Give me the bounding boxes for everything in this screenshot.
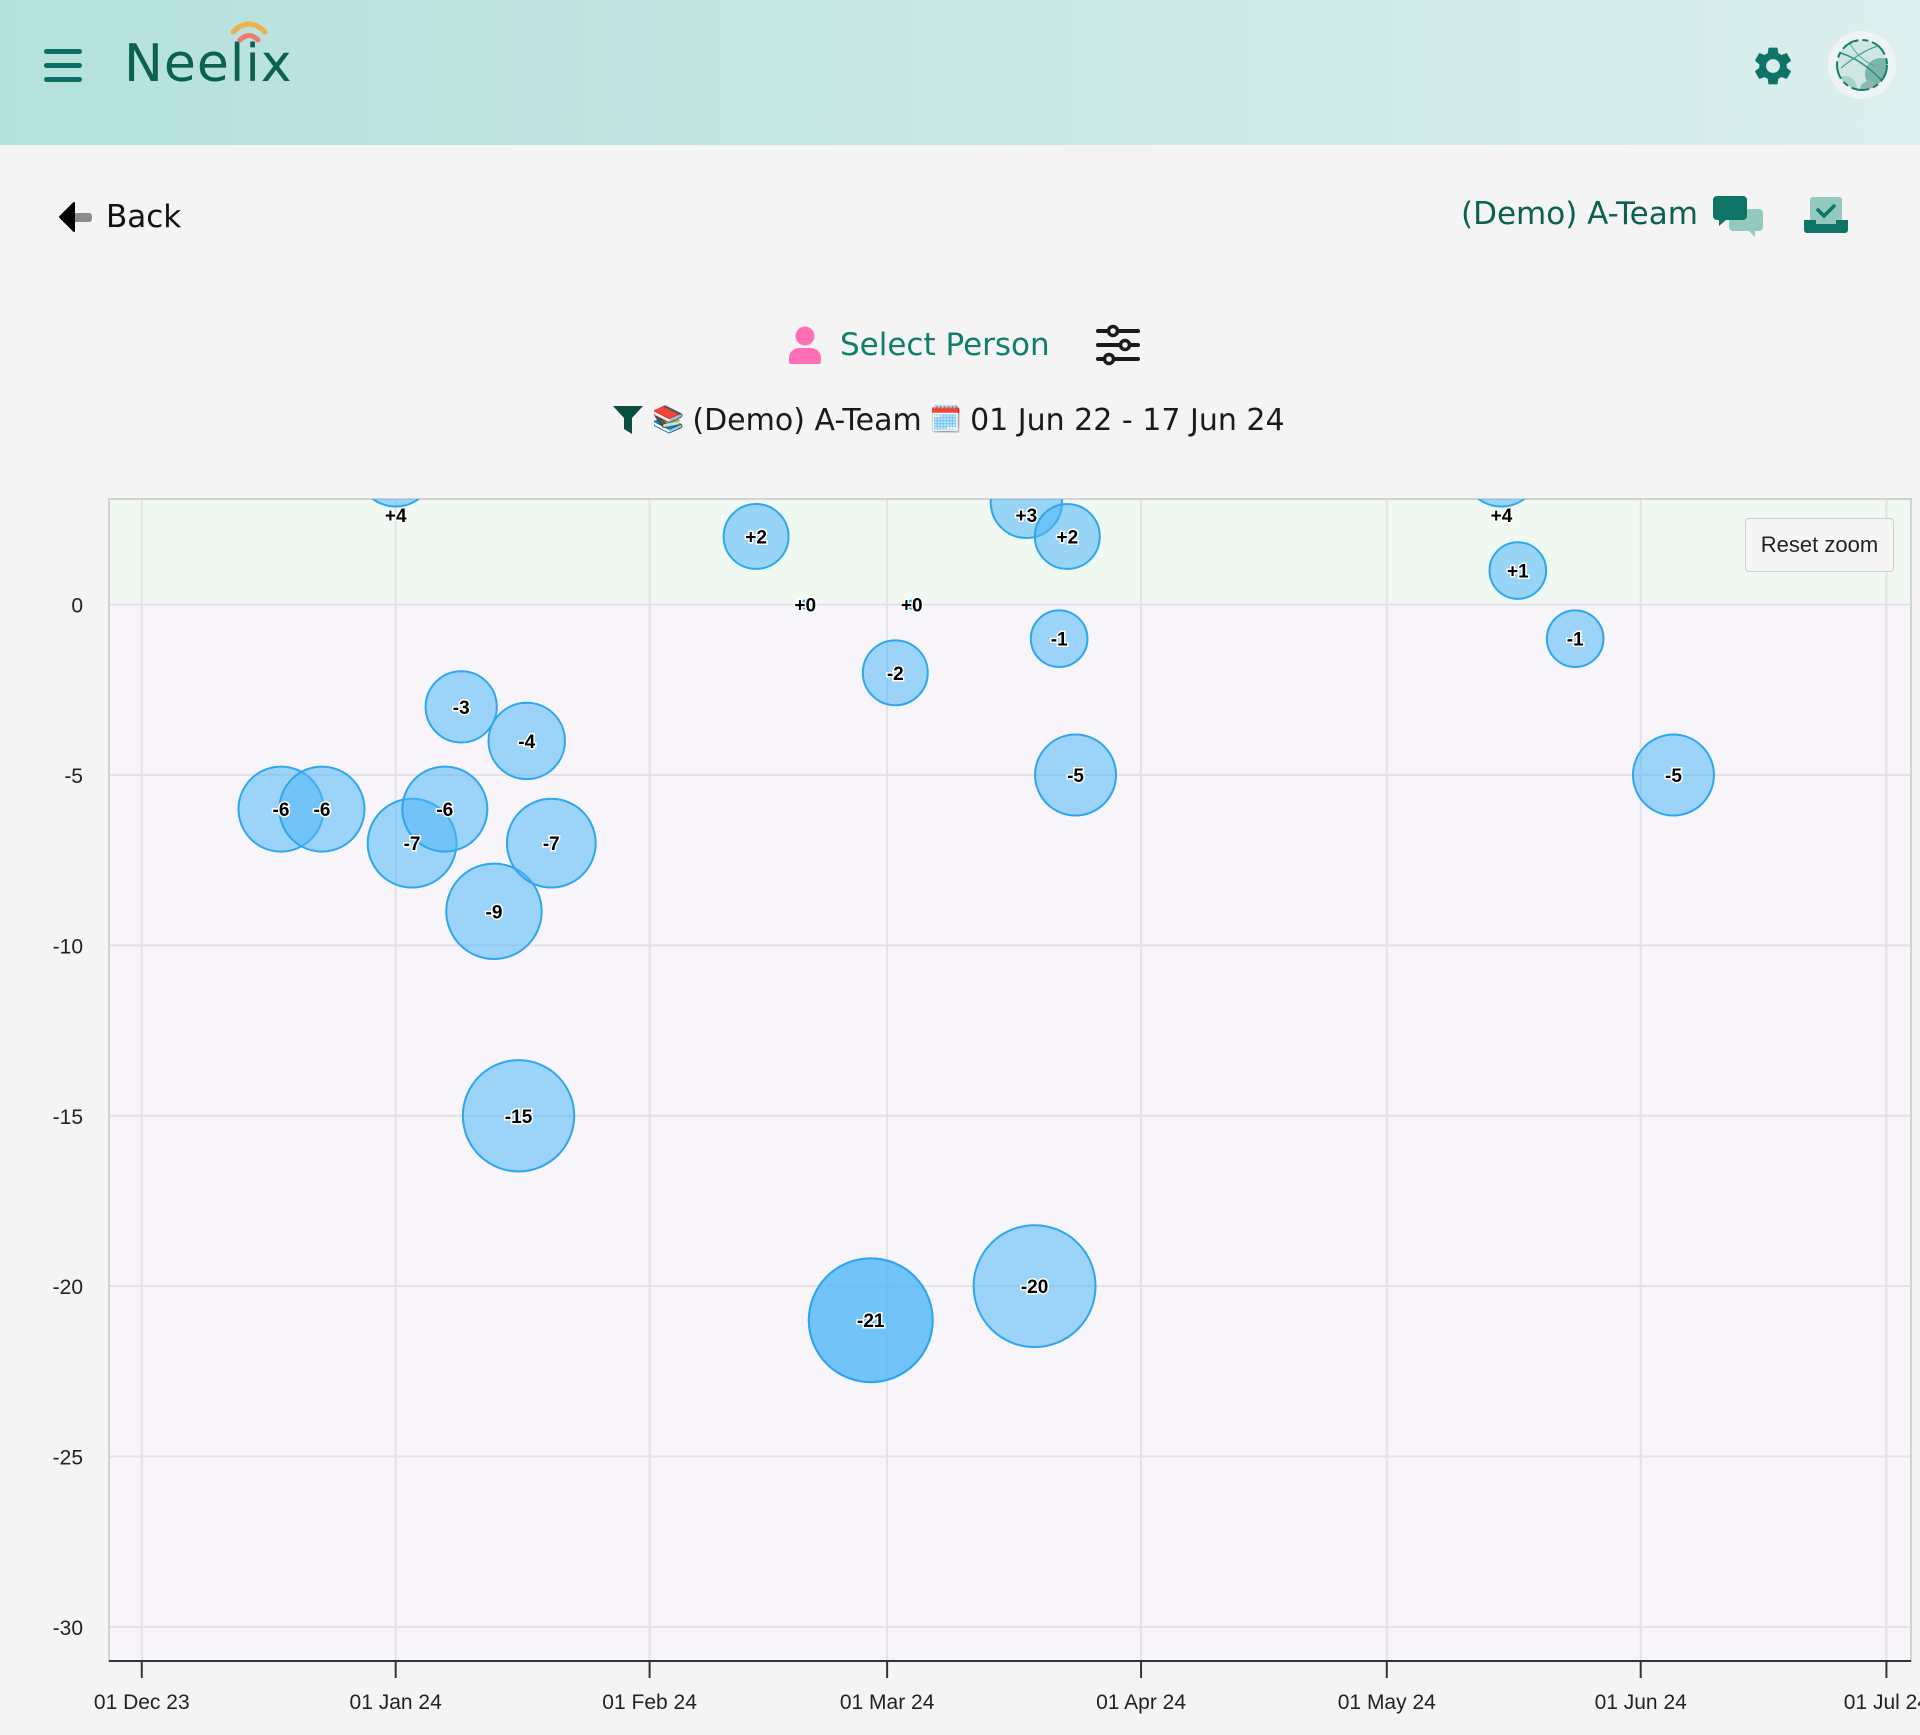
bubble-label: -4 — [518, 732, 535, 753]
bubble-label: -2 — [887, 664, 904, 685]
bubble-label: -6 — [436, 800, 453, 821]
avatar-image — [1836, 39, 1888, 91]
bubble-label: -5 — [1665, 766, 1682, 787]
filter-settings-button[interactable] — [1095, 324, 1140, 366]
bubble-label: -5 — [1067, 766, 1084, 787]
chat-bubbles-icon[interactable] — [1712, 195, 1764, 237]
bubble-label: +0 — [794, 596, 816, 617]
sliders-icon — [1095, 324, 1140, 366]
arrow-left-icon — [59, 202, 92, 232]
bubble-label: -1 — [1051, 630, 1068, 651]
filter-summary[interactable]: 📚 (Demo) A-Team 🗓️ 01 Jun 22 - 17 Jun 24 — [612, 398, 1285, 442]
bubble-label: -15 — [505, 1107, 533, 1128]
user-avatar[interactable] — [1828, 31, 1896, 99]
y-tick-label: 0 — [71, 595, 83, 618]
bubble-label: +0 — [901, 596, 923, 617]
y-tick-label: -5 — [64, 765, 83, 788]
y-tick-label: -15 — [53, 1106, 83, 1129]
bubble-label: +2 — [745, 527, 767, 548]
bubble-label: -7 — [543, 834, 560, 855]
bubble-label: -21 — [857, 1311, 885, 1332]
bubble-label: +4 — [1491, 506, 1513, 527]
y-tick-label: -20 — [53, 1276, 83, 1299]
bubble-label: +2 — [1057, 527, 1079, 548]
x-tick-label: 01 Mar 24 — [840, 1691, 935, 1714]
bubble-chart[interactable]: 0-5-10-15-20-25-30 01 Dec 23 01 Jan 24 01 … — [0, 480, 1920, 1735]
x-tick-label: 01 Dec 23 — [94, 1691, 190, 1714]
bubble-label: -7 — [404, 834, 421, 855]
bubble-label: +4 — [385, 506, 407, 527]
x-axis: 01 Dec 23 01 Jan 24 01 Feb 24 01 Mar 24 01 A… — [94, 1661, 1920, 1714]
y-tick-label: -30 — [53, 1617, 83, 1640]
select-person-label: Select Person — [840, 327, 1050, 363]
bubble-label: -9 — [486, 902, 503, 923]
x-tick-label: 01 Feb 24 — [602, 1691, 697, 1714]
bubble-label: +1 — [1507, 562, 1529, 583]
x-tick-label: 01 Apr 24 — [1096, 1691, 1186, 1714]
bubble-label: -6 — [273, 800, 290, 821]
inbox-check-icon[interactable] — [1803, 196, 1849, 234]
reset-zoom-button[interactable]: Reset zoom — [1745, 518, 1894, 572]
team-name-link[interactable]: (Demo) A-Team — [1461, 196, 1698, 232]
calendar-emoji: 🗓️ — [929, 405, 963, 435]
bubble-label: +3 — [1016, 506, 1038, 527]
menu-button[interactable] — [44, 49, 82, 83]
person-icon — [789, 326, 821, 364]
gear-icon[interactable] — [1750, 43, 1796, 89]
back-button[interactable]: Back — [58, 196, 181, 238]
bubble-label: -3 — [453, 698, 470, 719]
x-tick-label: 01 May 24 — [1338, 1691, 1436, 1714]
x-tick-label: 01 Jan 24 — [350, 1691, 443, 1714]
app-header: Neelix — [0, 0, 1920, 145]
person-controls: Select Person — [788, 322, 1140, 368]
x-tick-label: 01 Jul 24 — [1844, 1691, 1920, 1714]
filter-date-range: 01 Jun 22 - 17 Jun 24 — [970, 402, 1285, 438]
bubble-label: -6 — [314, 800, 331, 821]
select-person-button[interactable]: Select Person — [788, 326, 1050, 364]
books-emoji: 📚 — [652, 405, 685, 435]
bubble-label: -20 — [1021, 1277, 1048, 1298]
back-label: Back — [106, 199, 182, 235]
y-axis: 0 -5 -10 -15 -20 -25 -30 — [53, 595, 83, 1640]
hamburger-menu-icon — [44, 49, 82, 54]
y-tick-label: -25 — [53, 1447, 83, 1470]
filter-team: (Demo) A-Team — [692, 402, 922, 438]
signal-arcs-icon — [230, 21, 268, 43]
funnel-icon — [613, 406, 643, 434]
y-tick-label: -10 — [53, 935, 83, 958]
x-tick-label: 01 Jun 24 — [1595, 1691, 1688, 1714]
bubble-label: -1 — [1567, 630, 1584, 651]
hamburger-menu-icon-bar — [44, 63, 82, 68]
hamburger-menu-icon-bar — [44, 77, 82, 82]
